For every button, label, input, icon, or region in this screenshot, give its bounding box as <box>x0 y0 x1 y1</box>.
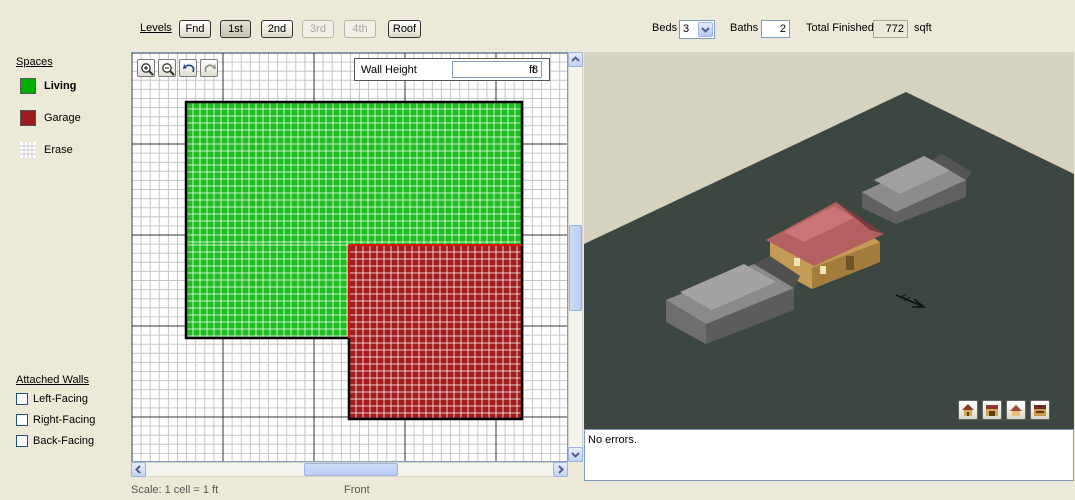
wall-height-label: Wall Height <box>361 64 417 76</box>
scroll-down-button[interactable] <box>568 447 583 462</box>
level-2nd-button[interactable]: 2nd <box>261 20 293 38</box>
total-finished-label: Total Finished <box>806 22 874 34</box>
side-view-button[interactable] <box>1030 400 1050 420</box>
attached-walls-title: Attached Walls <box>16 374 89 386</box>
front-view-icon <box>1010 405 1022 416</box>
scale-label: Scale: 1 cell = 1 ft <box>131 484 219 496</box>
back-facing-label: Back-Facing <box>33 435 95 447</box>
side-view-icon <box>1034 405 1046 416</box>
level-3rd-button: 3rd <box>302 20 334 38</box>
beds-label: Beds <box>652 22 678 34</box>
living-room[interactable] <box>185 101 523 245</box>
undo-icon <box>183 64 195 73</box>
zoom-out-icon <box>162 63 175 76</box>
garage-room[interactable] <box>348 244 522 419</box>
3d-scene[interactable] <box>584 52 1074 429</box>
zoom-out-button[interactable] <box>158 59 176 77</box>
scroll-left-button[interactable] <box>131 462 146 477</box>
canvas-horizontal-scrollbar[interactable] <box>131 462 568 477</box>
garage-view-icon <box>986 405 998 416</box>
scroll-right-button[interactable] <box>553 462 568 477</box>
house-view-button[interactable] <box>958 400 978 420</box>
spaces-title: Spaces <box>16 56 53 68</box>
canvas-vertical-scrollbar[interactable] <box>568 52 583 462</box>
zoom-in-button[interactable] <box>137 59 155 77</box>
baths-label: Baths <box>730 22 759 34</box>
level-4th-button: 4th <box>344 20 376 38</box>
horizontal-scroll-thumb[interactable] <box>304 463 398 476</box>
back-facing-checkbox[interactable] <box>16 435 28 447</box>
view-direction-label: Front <box>344 484 370 496</box>
beds-value: 3 <box>683 23 690 35</box>
chevron-left-icon <box>135 465 141 474</box>
chevron-down-icon <box>571 452 580 458</box>
level-1st-button[interactable]: 1st <box>220 20 251 38</box>
wall-height-panel: Wall Height 8 <box>354 58 550 81</box>
right-facing-label: Right-Facing <box>33 414 96 426</box>
living-label: Living <box>44 80 77 92</box>
chevron-down-icon[interactable] <box>698 22 713 37</box>
zoom-in-icon <box>141 63 154 76</box>
erase-grid-icon <box>20 142 36 158</box>
undo-button[interactable] <box>179 59 197 77</box>
baths-input[interactable]: 2 <box>761 20 790 38</box>
3d-preview[interactable] <box>584 52 1074 429</box>
chevron-up-icon <box>571 56 580 62</box>
space-erase[interactable]: Erase <box>19 139 89 161</box>
scroll-up-button[interactable] <box>568 52 583 67</box>
wall-height-unit: ft <box>529 64 536 76</box>
front-view-button[interactable] <box>1006 400 1026 420</box>
living-room-lower[interactable] <box>185 244 349 338</box>
erase-label: Erase <box>44 144 73 156</box>
space-garage[interactable]: Garage <box>19 107 89 129</box>
redo-icon <box>204 64 216 73</box>
level-roof-button[interactable]: Roof <box>388 20 421 38</box>
space-living[interactable]: Living <box>19 75 89 97</box>
total-finished-value: 772 <box>873 20 908 38</box>
status-message-box: No errors. <box>584 429 1074 481</box>
left-facing-checkbox[interactable] <box>16 393 28 405</box>
right-facing-checkbox[interactable] <box>16 414 28 426</box>
garage-label: Garage <box>44 112 81 124</box>
garage-view-button[interactable] <box>982 400 1002 420</box>
sqft-unit: sqft <box>914 22 932 34</box>
garage-swatch <box>20 110 36 126</box>
left-facing-label: Left-Facing <box>33 393 89 405</box>
status-message: No errors. <box>588 434 637 446</box>
floorplan-grid[interactable] <box>132 53 568 462</box>
redo-button[interactable] <box>200 59 218 77</box>
floorplan-canvas[interactable]: Wall Height 8 ft <box>131 52 568 462</box>
level-fnd-button[interactable]: Fnd <box>179 20 211 38</box>
house-view-icon <box>962 404 974 416</box>
living-swatch <box>20 78 36 94</box>
levels-label: Levels <box>140 22 172 34</box>
beds-select[interactable]: 3 <box>679 20 715 39</box>
vertical-scroll-thumb[interactable] <box>569 225 582 311</box>
chevron-right-icon <box>558 465 564 474</box>
